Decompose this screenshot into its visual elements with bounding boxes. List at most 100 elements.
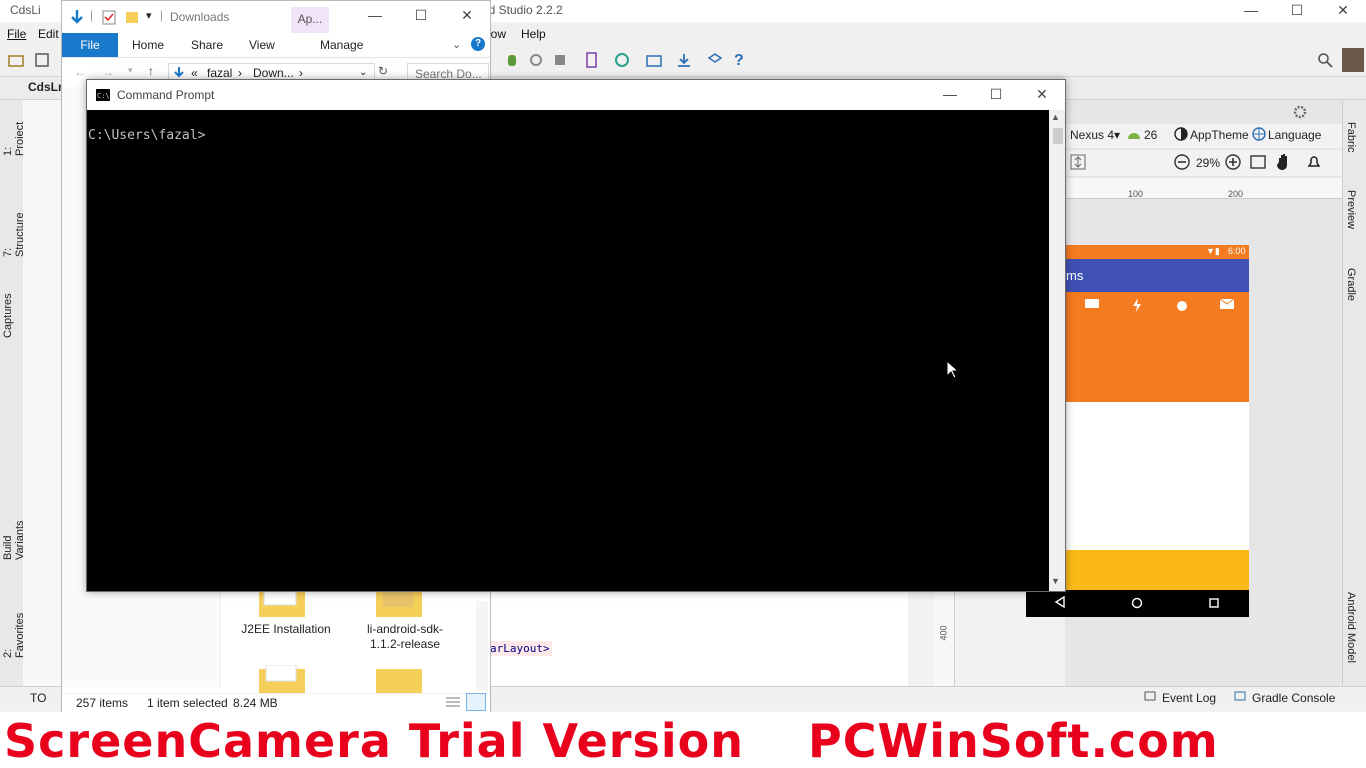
code-editor[interactable] (488, 590, 908, 686)
avd-manager-icon[interactable] (584, 52, 602, 70)
cmd-title: Command Prompt (117, 88, 215, 102)
ribbon-tab-file[interactable]: File (62, 33, 118, 57)
scroll-up-icon[interactable]: ▲ (1051, 112, 1060, 122)
back-arrow-icon[interactable]: ← (74, 65, 86, 79)
rerun-icon[interactable] (528, 52, 546, 70)
open-folder-icon[interactable] (8, 52, 26, 70)
cmd-scroll-thumb[interactable] (1053, 128, 1063, 144)
ribbon-tab-home[interactable]: Home (132, 38, 164, 52)
expand-ribbon-icon[interactable]: ⌄ (452, 38, 461, 51)
tool-tab-project[interactable]: 1: Project (2, 116, 26, 156)
settings-gear-icon[interactable] (1292, 104, 1308, 120)
tool-tab-gradle-console[interactable]: Gradle Console (1252, 691, 1335, 705)
explorer-minimize-button[interactable]: — (352, 5, 398, 27)
zoom-in-icon[interactable] (1225, 154, 1241, 170)
sdk-manager-icon[interactable] (676, 52, 694, 70)
mouse-cursor-icon (946, 360, 960, 380)
folder-label-j2ee[interactable]: J2EE Installation (236, 622, 336, 637)
api-level-selector[interactable]: 26 (1144, 128, 1157, 142)
tool-tab-todo[interactable]: TO (30, 691, 46, 705)
up-arrow-icon[interactable]: ↑ (148, 64, 154, 78)
forward-arrow-icon[interactable]: → (102, 65, 114, 79)
address-crumb-downloads[interactable]: Down... (253, 66, 294, 80)
pan-hand-icon[interactable] (1276, 153, 1292, 171)
large-icons-view-icon[interactable] (466, 693, 486, 711)
search-icon[interactable] (1317, 52, 1335, 70)
menu-edit[interactable]: Edit (38, 27, 59, 41)
phone-bottom-section[interactable] (1065, 550, 1249, 590)
contextual-tab-application-tools[interactable]: Ap... (291, 7, 329, 33)
notification-bell-icon[interactable] (1307, 154, 1321, 170)
explorer-close-button[interactable]: ✕ (444, 5, 490, 27)
email-icon (1219, 298, 1235, 310)
recent-locations-icon[interactable]: ▾ (128, 65, 133, 76)
cmd-console[interactable] (87, 110, 1047, 591)
ribbon-tab-view[interactable]: View (249, 38, 275, 52)
sync-icon[interactable] (614, 52, 632, 70)
help-icon[interactable]: ? (471, 37, 485, 51)
details-view-icon[interactable] (445, 695, 461, 709)
svg-text:C:\: C:\ (97, 92, 110, 100)
stop-icon[interactable] (552, 52, 570, 70)
recents-icon (1208, 597, 1220, 609)
folder-label-li-android-sdk[interactable]: li-android-sdk-1.1.2-release (355, 622, 455, 652)
folder-icon[interactable] (258, 665, 306, 693)
cmd-scrollbar[interactable] (1049, 110, 1065, 591)
fit-screen-icon[interactable] (1250, 154, 1266, 170)
address-separator: › (238, 66, 242, 80)
menu-file[interactable]: File (7, 27, 26, 41)
phone-status-bar (1065, 245, 1249, 259)
address-crumb-fazal[interactable]: fazal (207, 66, 232, 80)
cmd-minimize-button[interactable]: — (927, 84, 973, 106)
as-minimize-button[interactable]: — (1228, 0, 1274, 22)
as-close-button[interactable]: ✕ (1320, 0, 1366, 22)
cmd-close-button[interactable]: ✕ (1019, 84, 1065, 106)
status-item-count: 257 items (76, 696, 129, 710)
cmd-titlebar (87, 80, 1065, 110)
tool-tab-captures[interactable]: Captures (2, 293, 22, 338)
tool-tab-fabric[interactable]: Fabric (1345, 122, 1357, 153)
tool-tab-build-variants[interactable]: Build Variants (2, 500, 26, 560)
menu-help[interactable]: Help (521, 27, 546, 41)
debug-icon[interactable] (504, 52, 522, 70)
gradle-console-icon (1234, 690, 1246, 702)
vertical-scrollbar[interactable] (476, 601, 488, 691)
help-icon[interactable]: ? (734, 52, 752, 70)
downloads-folder-icon (173, 66, 185, 80)
theme-selector[interactable]: AppTheme (1190, 128, 1249, 142)
tool-tab-preview[interactable]: Preview (1345, 190, 1357, 229)
code-closing-tag: arLayout> (488, 641, 552, 656)
resize-icon[interactable] (1070, 154, 1086, 170)
zoom-out-icon[interactable] (1174, 154, 1190, 170)
phone-header-section (1065, 322, 1249, 402)
scroll-down-icon[interactable]: ▼ (1051, 576, 1060, 586)
project-structure-icon[interactable] (646, 52, 664, 70)
cmd-maximize-button[interactable]: ☐ (973, 84, 1019, 106)
ribbon-tab-share[interactable]: Share (191, 38, 223, 52)
tool-tab-event-log[interactable]: Event Log (1162, 691, 1216, 705)
alarm-icon (1174, 297, 1190, 313)
tool-tab-structure[interactable]: 7: Structure (2, 205, 26, 257)
command-prompt-window: C:\ Command Prompt — ☐ ✕ C:\Users\fazal>… (86, 79, 1066, 592)
layers-icon[interactable] (707, 52, 725, 70)
folder-icon[interactable] (375, 665, 423, 693)
tool-tab-android-model[interactable]: Android Model (1345, 592, 1357, 663)
address-overflow[interactable]: « (191, 66, 198, 80)
new-folder-icon[interactable] (125, 10, 139, 24)
ribbon-tab-manage[interactable]: Manage (320, 38, 363, 52)
explorer-maximize-button[interactable]: ☐ (398, 5, 444, 27)
device-selector[interactable]: Nexus 4 (1070, 128, 1114, 142)
address-dropdown-icon[interactable]: ⌄ (359, 67, 367, 78)
as-maximize-button[interactable]: ☐ (1274, 0, 1320, 22)
tool-tab-gradle[interactable]: Gradle (1345, 268, 1357, 301)
customize-toolbar-icon[interactable]: ▾ (146, 9, 152, 22)
explorer-ribbon-tabs (62, 33, 490, 58)
phone-content-section (1065, 402, 1249, 550)
refresh-icon[interactable]: ↻ (378, 64, 388, 78)
save-icon[interactable] (34, 52, 52, 70)
properties-icon[interactable] (102, 9, 116, 25)
user-avatar[interactable] (1342, 48, 1364, 72)
tool-tab-favorites[interactable]: 2: Favorites (2, 610, 26, 658)
quick-access-down-icon[interactable] (70, 9, 84, 25)
language-selector[interactable]: Language (1268, 128, 1321, 142)
